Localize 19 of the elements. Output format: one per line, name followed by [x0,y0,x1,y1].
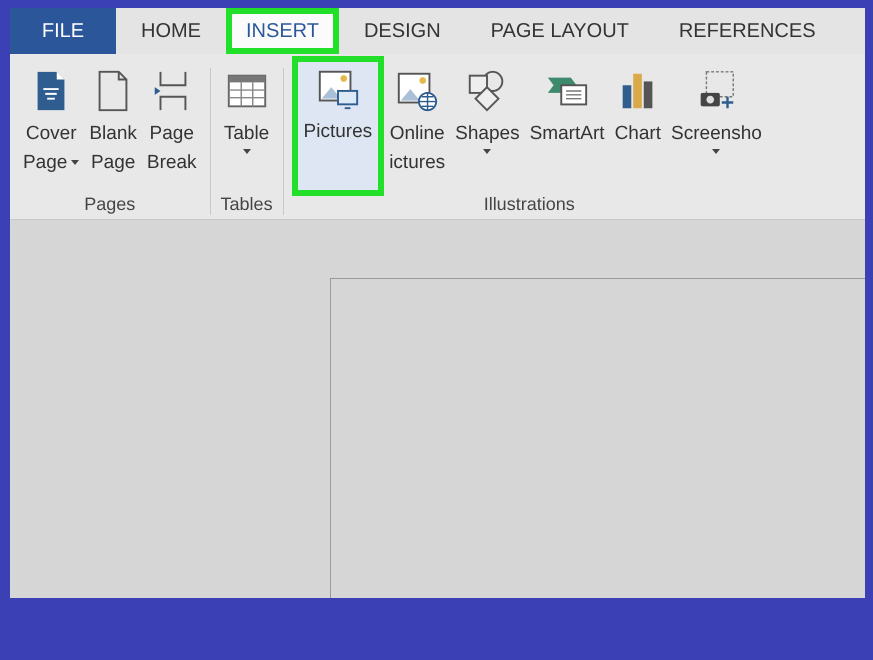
chart-button[interactable]: Chart [610,62,666,192]
ribbon-tab[interactable]: REFERENCES [654,8,841,54]
group-label: Tables [220,193,273,215]
pagebreak-button[interactable]: Page Break [142,62,202,192]
group-label: Illustrations [484,193,575,215]
file-tab[interactable]: FILE [10,8,116,54]
ribbon-tab[interactable]: INSERT [226,8,339,54]
shapes-button[interactable]: Shapes [450,62,525,192]
table-button[interactable]: Table [218,62,275,192]
ribbon-tab[interactable]: DESIGN [338,8,466,54]
pictures-button[interactable]: Pictures [292,56,384,196]
ribbon-tab[interactable]: HOME [116,8,226,54]
online-button[interactable]: Online ictures [384,62,450,192]
blank-button[interactable]: Blank Page [84,62,142,192]
ribbon-tab[interactable]: PAGE LAYOUT [466,8,654,54]
screenshot-button[interactable]: Screensho [666,62,767,192]
group-label: Pages [84,193,136,215]
cover-button[interactable]: Cover Page [18,62,84,192]
smartart-button[interactable]: SmartArt [524,62,610,192]
